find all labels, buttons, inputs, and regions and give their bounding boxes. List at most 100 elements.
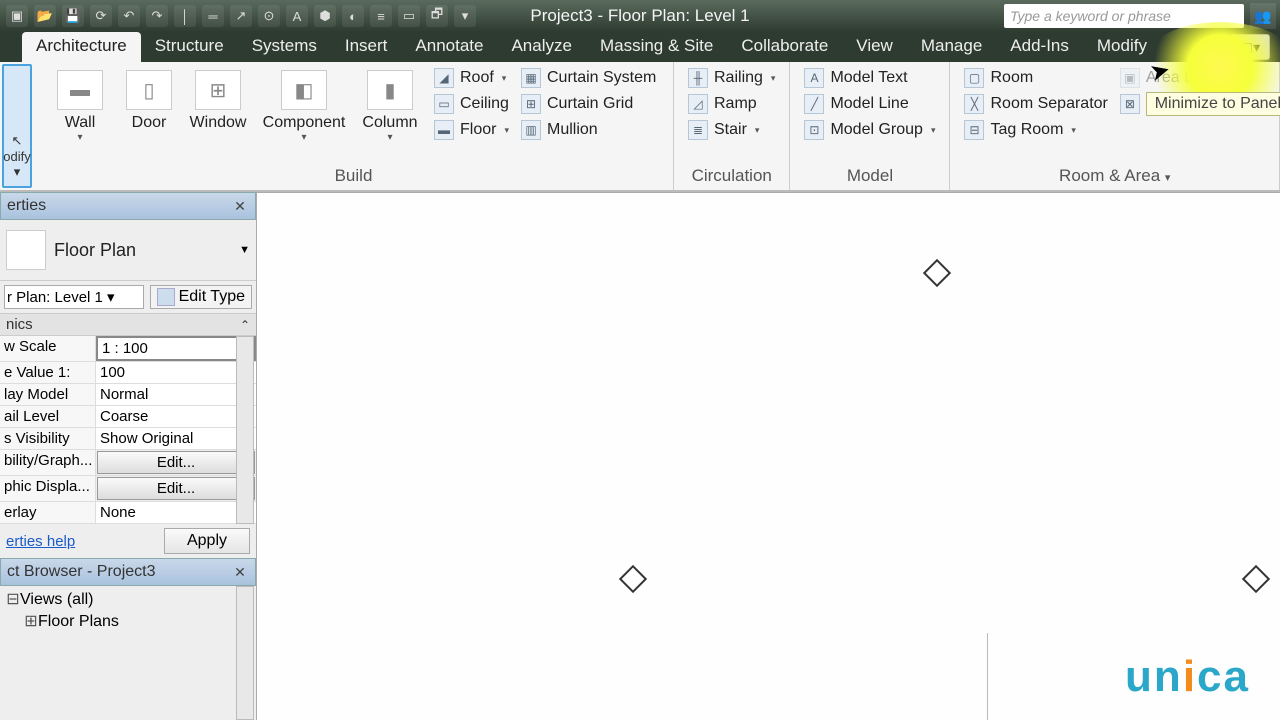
ramp-button[interactable]: ◿Ramp [688,94,775,114]
tree-floor-plans[interactable]: ⊞Floor Plans [6,610,250,632]
model-group-button[interactable]: ⊡Model Group▾ [804,120,935,140]
prop-visibility-value[interactable]: Show Original [96,428,256,449]
tab-analyze[interactable]: Analyze [497,32,585,62]
properties-header[interactable]: erties ✕ [0,192,256,220]
align-icon[interactable]: ↗ [230,5,252,27]
qat-dd-icon[interactable]: ▾ [454,5,476,27]
elevation-marker-west[interactable] [619,565,647,593]
tab-annotate[interactable]: Annotate [401,32,497,62]
user-icon[interactable]: 👥 [1250,3,1276,29]
ribbon-toggle-button[interactable]: ▢▾ [1230,34,1270,60]
app-menu-icon[interactable]: ▣ [6,5,28,27]
floor-button[interactable]: ▬Floor▾ [434,120,509,140]
tab-systems[interactable]: Systems [238,32,331,62]
prop-scale-value: e Value 1: [0,362,96,383]
door-button[interactable]: ▯Door [118,66,180,132]
elevation-marker-north[interactable] [923,259,951,287]
stair-icon: ≣ [688,120,708,140]
area-boundary-button[interactable]: ▣Area Boundary [1120,68,1253,88]
room-button[interactable]: ▢Room [964,68,1107,88]
window-button[interactable]: ⊞Window [180,66,256,132]
prop-graphic-disp-button[interactable]: Edit... [97,477,255,500]
ramp-icon: ◿ [688,94,708,114]
sync-icon[interactable]: ⟳ [90,5,112,27]
prop-scale-value-value: 100 [96,362,256,383]
tab-modify[interactable]: Modify [1083,32,1161,62]
curtain-system-button[interactable]: ▦Curtain System [521,68,656,88]
save-icon[interactable]: 💾 [62,5,84,27]
instance-dropdown[interactable]: r Plan: Level 1 ▾ [4,285,144,309]
prop-underlay: erlay [0,502,96,523]
panel-room-area-label[interactable]: Room & Area ▾ [958,164,1271,188]
panel-model-label: Model [798,164,941,188]
close-hidden-icon[interactable]: ▭ [398,5,420,27]
prop-view-scale-value[interactable]: 1 : 100 [96,336,256,361]
curtain-grid-button[interactable]: ⊞Curtain Grid [521,94,656,114]
properties-table: w Scale1 : 100 e Value 1:100 lay ModelNo… [0,336,256,524]
redo-icon[interactable]: ↷ [146,5,168,27]
tab-manage[interactable]: Manage [907,32,996,62]
tab-structure[interactable]: Structure [141,32,238,62]
modify-select-button[interactable]: ↖ odify▾ [2,64,32,188]
panel-circulation-label: Circulation [682,164,781,188]
type-selector[interactable]: Floor Plan ▼ [0,220,256,281]
prop-detail-level-value[interactable]: Coarse [96,406,256,427]
group-header-graphics[interactable]: nics⌃ [0,313,256,336]
prop-graphic-disp: phic Displa... [0,476,96,501]
tab-addins[interactable]: Add-Ins [996,32,1083,62]
close-icon[interactable]: ✕ [231,197,249,215]
apply-button[interactable]: Apply [164,528,250,554]
switch-win-icon[interactable]: 🗗 [426,5,448,27]
elevation-marker-east[interactable] [1242,565,1270,593]
mullion-button[interactable]: ▥Mullion [521,120,656,140]
tab-view[interactable]: View [842,32,907,62]
3d-icon[interactable]: ⬢ [314,5,336,27]
instance-row: r Plan: Level 1 ▾ Edit Type [0,281,256,313]
tab-massing[interactable]: Massing & Site [586,32,727,62]
properties-help-link[interactable]: erties help [6,533,75,550]
wall-button[interactable]: ▬Wall▾ [42,66,118,143]
prop-display-model-value[interactable]: Normal [96,384,256,405]
section-icon[interactable]: ◐ [342,5,364,27]
tag-room-icon: ⊟ [964,120,984,140]
text-icon[interactable]: A [286,5,308,27]
railing-button[interactable]: ╫Railing▾ [688,68,775,88]
workspace: erties ✕ Floor Plan ▼ r Plan: Level 1 ▾ … [0,192,1280,720]
tab-insert[interactable]: Insert [331,32,402,62]
dimension-icon[interactable]: ⊙ [258,5,280,27]
area-boundary-icon: ▣ [1120,68,1140,88]
prop-vis-graph-button[interactable]: Edit... [97,451,255,474]
tab-architecture[interactable]: Architecture [22,32,141,62]
component-button[interactable]: ◧Component▾ [256,66,352,143]
curtain-grid-icon: ⊞ [521,94,541,114]
ceiling-button[interactable]: ▭Ceiling [434,94,509,114]
edit-type-button[interactable]: Edit Type [150,285,252,309]
undo-icon[interactable]: ↶ [118,5,140,27]
model-line-button[interactable]: ╱Model Line [804,94,935,114]
collapse-icon: ⊟ [6,589,20,609]
measure-icon[interactable]: ═ [202,5,224,27]
curtain-system-icon: ▦ [521,68,541,88]
prop-underlay-value[interactable]: None [96,502,256,523]
browser-header[interactable]: ct Browser - Project3 ✕ [0,558,256,586]
roof-button[interactable]: ◢Roof▾ [434,68,509,88]
browser-scrollbar[interactable] [236,586,254,720]
thin-lines-icon[interactable]: ≡ [370,5,392,27]
open-icon[interactable]: 📂 [34,5,56,27]
drawing-canvas[interactable]: unica [256,192,1280,720]
tag-room-button[interactable]: ⊟Tag Room▾ [964,120,1107,140]
model-text-button[interactable]: AModel Text [804,68,935,88]
close-icon[interactable]: ✕ [231,563,249,581]
column-button[interactable]: ▮Column▾ [352,66,428,143]
project-browser-tree[interactable]: ⊟Views (all) ⊞Floor Plans [0,586,256,720]
room-separator-button[interactable]: ╳Room Separator [964,94,1107,114]
properties-scrollbar[interactable] [236,336,254,524]
mullion-icon: ▥ [521,120,541,140]
stair-button[interactable]: ≣Stair▾ [688,120,775,140]
tab-collaborate[interactable]: Collaborate [727,32,842,62]
floor-icon: ▬ [434,120,454,140]
side-panels: erties ✕ Floor Plan ▼ r Plan: Level 1 ▾ … [0,192,256,720]
tree-views[interactable]: ⊟Views (all) [6,588,250,610]
window-title: Project3 - Floor Plan: Level 1 [530,6,749,26]
search-input[interactable]: Type a keyword or phrase [1004,4,1244,28]
